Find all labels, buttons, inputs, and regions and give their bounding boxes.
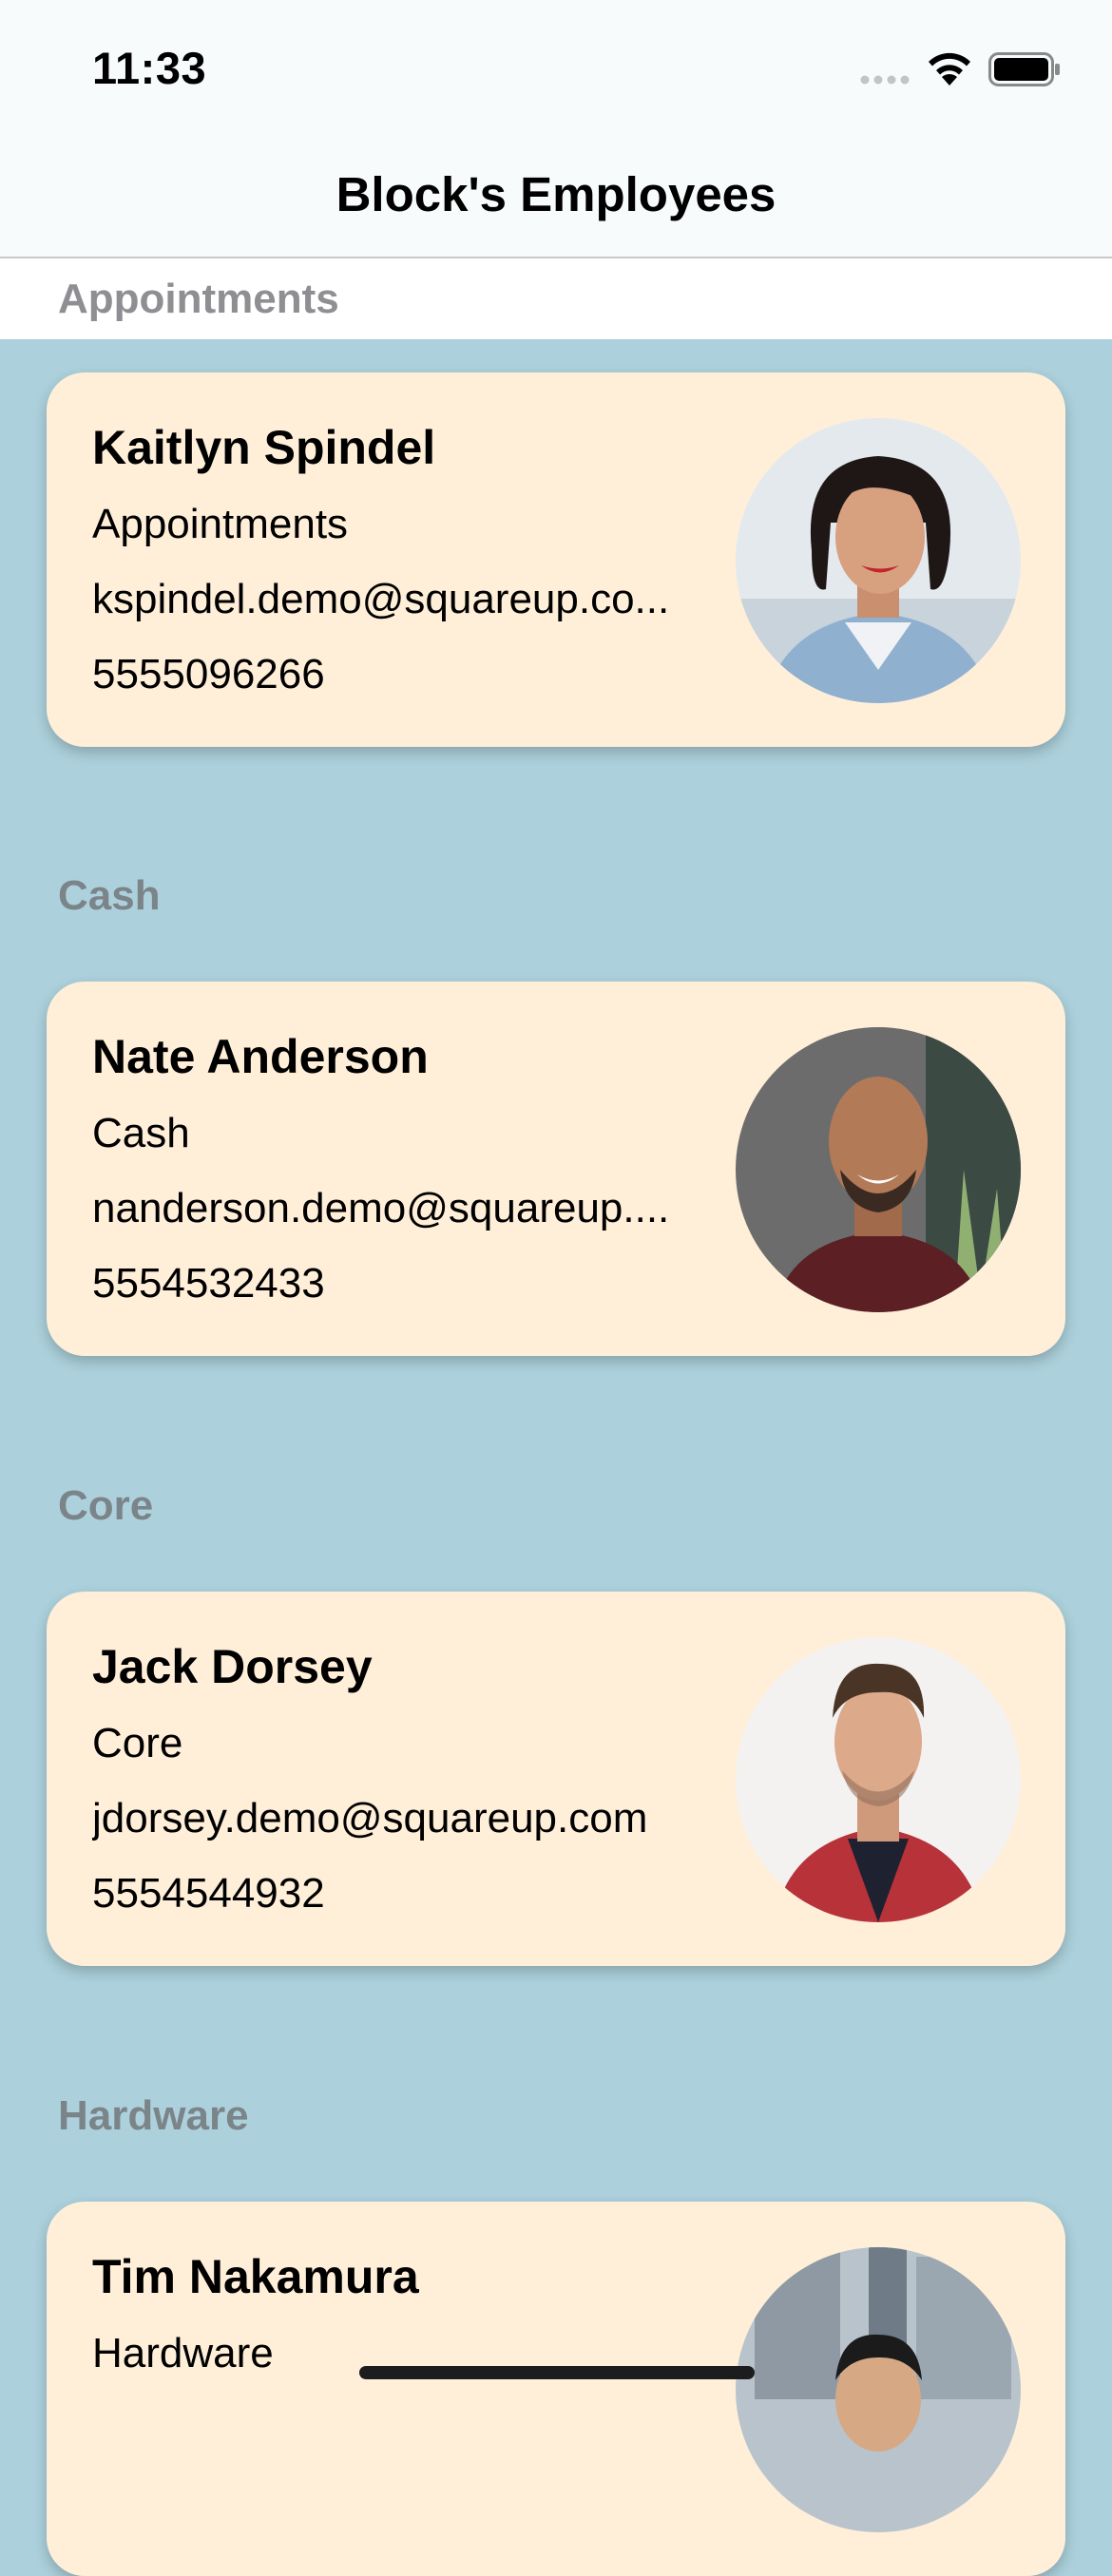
home-indicator[interactable] [359, 2366, 755, 2379]
employee-card-jack-dorsey[interactable]: Jack Dorsey Core jdorsey.demo@squareup.c… [47, 1592, 1065, 1966]
employee-team: Appointments [92, 501, 349, 547]
sticky-section-header: Appointments [0, 258, 1112, 339]
employee-card-kaitlyn-spindel[interactable]: Kaitlyn Spindel Appointments kspindel.de… [47, 372, 1065, 747]
employee-name: Nate Anderson [92, 1030, 429, 1083]
employee-email: jdorsey.demo@squareup.com [92, 1795, 648, 1841]
status-bar: 11:33 [0, 0, 1112, 138]
employee-card-tim-nakamura[interactable]: Tim Nakamura Hardware [47, 2202, 1065, 2576]
status-time: 11:33 [92, 43, 207, 93]
nav-bar: Block's Employees [0, 138, 1112, 258]
employee-card-nate-anderson[interactable]: Nate Anderson Cash nanderson.demo@square… [47, 982, 1065, 1356]
signal-icon [860, 75, 910, 85]
employee-email: nanderson.demo@squareup.... [92, 1185, 670, 1231]
employee-name: Kaitlyn Spindel [92, 421, 436, 474]
employee-name: Tim Nakamura [92, 2250, 419, 2303]
section-header-hardware: Hardware [58, 2092, 249, 2139]
employee-phone: 5555096266 [92, 651, 325, 697]
employee-phone: 5554532433 [92, 1260, 325, 1307]
avatar [736, 1637, 1021, 1922]
employee-name: Jack Dorsey [92, 1640, 373, 1693]
avatar [736, 2247, 1021, 2532]
avatar [736, 418, 1021, 703]
avatar [736, 1027, 1021, 1312]
wifi-icon [929, 52, 970, 86]
employee-email: kspindel.demo@squareup.co... [92, 576, 670, 622]
employee-team: Hardware [92, 2330, 274, 2376]
section-header-cash: Cash [58, 872, 161, 919]
page-title: Block's Employees [336, 167, 776, 221]
section-header-appointments: Appointments [58, 276, 339, 322]
battery-icon [988, 52, 1060, 86]
section-header-core: Core [58, 1482, 154, 1529]
employee-team: Cash [92, 1110, 190, 1156]
employee-team: Core [92, 1720, 183, 1766]
employee-phone: 5554544932 [92, 1870, 325, 1917]
